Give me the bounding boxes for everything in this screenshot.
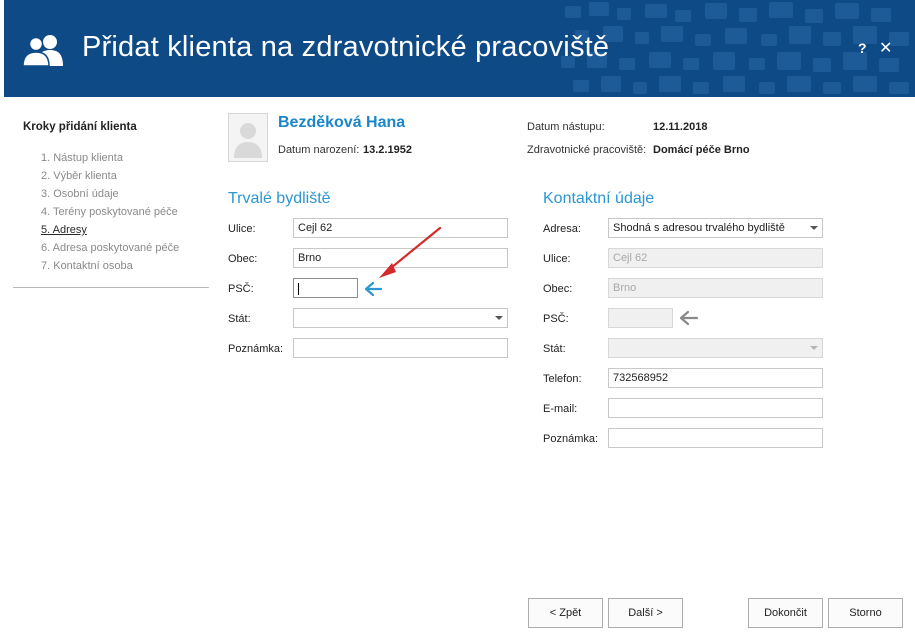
chevron-down-icon xyxy=(810,226,818,230)
note-input[interactable] xyxy=(293,338,508,358)
steps-title: Kroky přidání klienta xyxy=(23,121,137,133)
chevron-down-icon xyxy=(495,316,503,320)
street-label: Ulice: xyxy=(228,223,256,235)
step-item[interactable]: 3. Osobní údaje xyxy=(41,187,179,205)
phone-label: Telefon: xyxy=(543,373,582,385)
step-item[interactable]: 7. Kontaktní osoba xyxy=(41,259,179,277)
help-button[interactable]: ? xyxy=(858,40,867,56)
avatar xyxy=(228,113,268,162)
contact-address-label: Adresa: xyxy=(543,223,581,235)
next-button[interactable]: Další > xyxy=(608,598,683,628)
gray-left-arrow-icon xyxy=(679,310,699,326)
city-input[interactable]: Brno xyxy=(293,248,508,268)
dialog-title: Přidat klienta na zdravotnické pracovišt… xyxy=(82,31,610,63)
contact-address-select[interactable]: Shodná s adresou trvalého bydliště xyxy=(608,218,823,238)
email-label: E-mail: xyxy=(543,403,578,415)
step-item-active[interactable]: 5. Adresy xyxy=(41,223,179,241)
permanent-address-title: Trvalé bydliště xyxy=(228,190,331,207)
step-item[interactable]: 6. Adresa poskytované péče xyxy=(41,241,179,259)
person-placeholder-icon xyxy=(234,123,262,158)
client-name: Bezděková Hana xyxy=(278,114,406,131)
contact-note-label: Poznámka: xyxy=(543,433,599,445)
steps-divider xyxy=(13,287,209,288)
contact-street-label: Ulice: xyxy=(543,253,571,265)
workplace-label: Zdravotnické pracoviště: xyxy=(527,144,647,156)
city-label: Obec: xyxy=(228,253,258,265)
phone-input[interactable]: 732568952 xyxy=(608,368,823,388)
email-input[interactable] xyxy=(608,398,823,418)
contact-title: Kontaktní údaje xyxy=(543,190,655,207)
contact-street-input: Cejl 62 xyxy=(608,248,823,268)
dialog-header: Přidat klienta na zdravotnické pracovišt… xyxy=(4,0,915,97)
step-item[interactable]: 4. Terény poskytované péče xyxy=(41,205,179,223)
contact-zip-label: PSČ: xyxy=(543,313,569,325)
cancel-button[interactable]: Storno xyxy=(828,598,903,628)
zip-input[interactable] xyxy=(293,278,358,298)
birth-date-value: 13.2.1952 xyxy=(363,144,412,156)
contact-city-label: Obec: xyxy=(543,283,573,295)
steps-list: 1. Nástup klienta 2. Výběr klienta 3. Os… xyxy=(41,151,179,277)
users-icon xyxy=(22,35,63,66)
contact-address-value: Shodná s adresou trvalého bydliště xyxy=(613,222,785,234)
finish-button[interactable]: Dokončit xyxy=(748,598,823,628)
contact-country-select xyxy=(608,338,823,358)
contact-zip-input xyxy=(608,308,673,328)
step-item[interactable]: 1. Nástup klienta xyxy=(41,151,179,169)
contact-note-input[interactable] xyxy=(608,428,823,448)
start-date-value: 12.11.2018 xyxy=(653,121,708,133)
note-label: Poznámka: xyxy=(228,343,284,355)
text-cursor xyxy=(298,283,299,295)
step-item[interactable]: 2. Výběr klienta xyxy=(41,169,179,187)
country-label: Stát: xyxy=(228,313,251,325)
back-button[interactable]: < Zpět xyxy=(528,598,603,628)
street-input[interactable]: Cejl 62 xyxy=(293,218,508,238)
start-date-label: Datum nástupu: xyxy=(527,121,605,133)
blue-left-arrow-icon xyxy=(364,281,383,297)
country-select[interactable] xyxy=(293,308,508,328)
birth-date-label: Datum narození: xyxy=(278,144,360,156)
workplace-value: Domácí péče Brno xyxy=(653,144,750,156)
contact-city-input: Brno xyxy=(608,278,823,298)
chevron-down-icon xyxy=(810,346,818,350)
zip-label: PSČ: xyxy=(228,283,254,295)
close-button[interactable]: ✕ xyxy=(879,38,892,58)
contact-country-label: Stát: xyxy=(543,343,566,355)
